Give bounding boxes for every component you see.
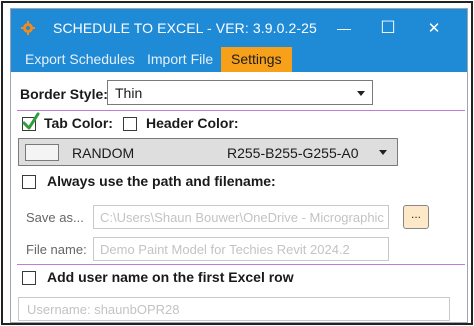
color-rgba-value: R255-B255-G255-A0 — [227, 145, 359, 161]
browse-label: ... — [410, 207, 421, 221]
divider — [17, 264, 465, 265]
tab-color-checkbox[interactable] — [22, 112, 40, 131]
close-button[interactable]: ✕ — [413, 9, 455, 47]
chevron-down-icon — [379, 150, 387, 155]
maximize-icon: ☐ — [380, 18, 396, 37]
maximize-button[interactable]: ☐ — [367, 9, 409, 47]
add-user-name-checkbox[interactable] — [22, 271, 36, 285]
tab-bar: Export Schedules Import File Settings — [11, 47, 467, 72]
username-field[interactable]: Username: shaunbOPR28 — [18, 297, 450, 321]
always-use-path-checkbox[interactable] — [22, 175, 36, 189]
color-name: RANDOM — [72, 145, 135, 161]
tab-import-file[interactable]: Import File — [137, 47, 223, 72]
border-style-value: Thin — [115, 85, 143, 101]
minimize-icon: — — [337, 20, 351, 36]
border-style-label: Border Style: — [20, 86, 108, 102]
close-icon: ✕ — [427, 20, 441, 37]
add-user-name-label: Add user name on the first Excel row — [47, 269, 294, 285]
color-swatch — [25, 144, 59, 161]
tab-settings[interactable]: Settings — [221, 47, 292, 72]
border-style-dropdown[interactable]: Thin — [107, 80, 373, 105]
save-as-label: Save as... — [26, 210, 84, 225]
file-name-label: File name: — [26, 242, 87, 257]
color-dropdown[interactable]: RANDOM R255-B255-G255-A0 — [18, 138, 398, 166]
window-title: SCHEDULE TO EXCEL - VER: 3.9.0.2-25 — [53, 20, 317, 36]
browse-button[interactable]: ... — [403, 205, 429, 229]
divider — [17, 110, 465, 111]
app-window: SCHEDULE TO EXCEL - VER: 3.9.0.2-25 — ☐ … — [10, 8, 468, 323]
save-as-value: C:\Users\Shaun Bouwer\OneDrive - Microgr… — [100, 210, 384, 225]
header-color-label: Header Color: — [146, 115, 239, 131]
title-bar: SCHEDULE TO EXCEL - VER: 3.9.0.2-25 — ☐ … — [11, 9, 467, 47]
file-name-value: Demo Paint Model for Techies Revit 2024.… — [100, 242, 350, 257]
chevron-down-icon — [357, 91, 365, 96]
header-color-checkbox[interactable] — [123, 117, 137, 131]
tab-color-label: Tab Color: — [44, 115, 113, 131]
tab-export-schedules[interactable]: Export Schedules — [15, 47, 145, 72]
file-name-field[interactable]: Demo Paint Model for Techies Revit 2024.… — [93, 237, 389, 261]
gear-icon — [21, 21, 35, 35]
checkmark-icon — [22, 112, 40, 130]
username-value: Username: shaunbOPR28 — [27, 302, 180, 317]
screenshot-frame: SCHEDULE TO EXCEL - VER: 3.9.0.2-25 — ☐ … — [1, 1, 473, 325]
minimize-button[interactable]: — — [323, 9, 365, 47]
always-use-path-label: Always use the path and filename: — [47, 173, 276, 189]
save-as-field[interactable]: C:\Users\Shaun Bouwer\OneDrive - Microgr… — [93, 205, 389, 229]
